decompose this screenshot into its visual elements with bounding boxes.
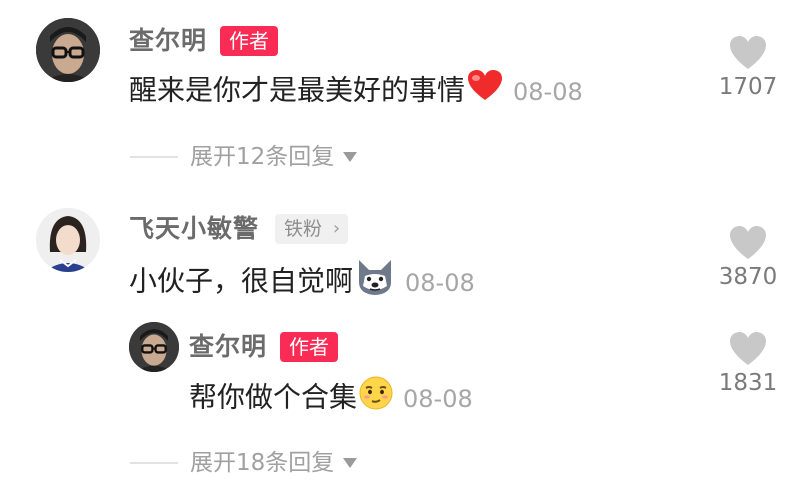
triangle-down-icon: [343, 458, 358, 468]
like-count: 3870: [718, 264, 778, 290]
comment-date: 08-08: [513, 77, 583, 106]
comment-text: 醒来是你才是最美好的事情 08-08: [129, 70, 583, 113]
fan-badge-label: 铁粉: [284, 218, 323, 240]
comment-body: 小伙子，很自觉啊: [129, 264, 354, 298]
avatar-man-glasses-icon: [36, 18, 100, 82]
husky-dog-emoji: [355, 258, 395, 307]
divider-line: [130, 156, 178, 158]
like-count: 1707: [718, 74, 778, 100]
expand-replies-button[interactable]: 展开18条回复: [130, 448, 358, 478]
comment-text: 小伙子，很自觉啊 08-08: [129, 258, 475, 307]
reply-body: 帮你做个合集: [189, 380, 358, 414]
comment-body: 醒来是你才是最美好的事情: [129, 73, 466, 107]
avatar[interactable]: [36, 208, 100, 272]
avatar[interactable]: [36, 18, 100, 82]
red-heart-emoji: [467, 70, 503, 113]
comment-date: 08-08: [405, 268, 475, 297]
expand-replies-label: 展开12条回复: [190, 144, 335, 170]
avatar-girl-icon: [36, 208, 100, 272]
triangle-down-icon: [343, 152, 358, 162]
author-badge: 作者: [280, 332, 338, 362]
author-badge: 作者: [220, 26, 278, 56]
comment-author-name[interactable]: 查尔明: [129, 26, 207, 56]
expand-replies-button[interactable]: 展开12条回复: [130, 142, 358, 172]
avatar-man-glasses-icon: [129, 322, 179, 372]
chevron-right-icon: ›: [332, 218, 341, 239]
heart-icon: [730, 332, 766, 365]
comment-author-name[interactable]: 飞天小敏警: [129, 214, 259, 244]
divider-line: [130, 462, 178, 464]
expand-replies-label: 展开18条回复: [190, 450, 335, 476]
reply-author-name[interactable]: 查尔明: [189, 332, 267, 362]
smirk-face-emoji: [359, 376, 393, 421]
like-button[interactable]: 1831: [698, 332, 798, 396]
like-button[interactable]: 1707: [698, 36, 798, 100]
like-button[interactable]: 3870: [698, 226, 798, 290]
fan-badge[interactable]: 铁粉 ›: [275, 214, 349, 244]
reply-text: 帮你做个合集 08-08: [189, 376, 473, 421]
like-count: 1831: [718, 370, 778, 396]
avatar[interactable]: [129, 322, 179, 372]
reply-date: 08-08: [403, 384, 473, 413]
heart-icon: [730, 36, 766, 69]
heart-icon: [730, 226, 766, 259]
